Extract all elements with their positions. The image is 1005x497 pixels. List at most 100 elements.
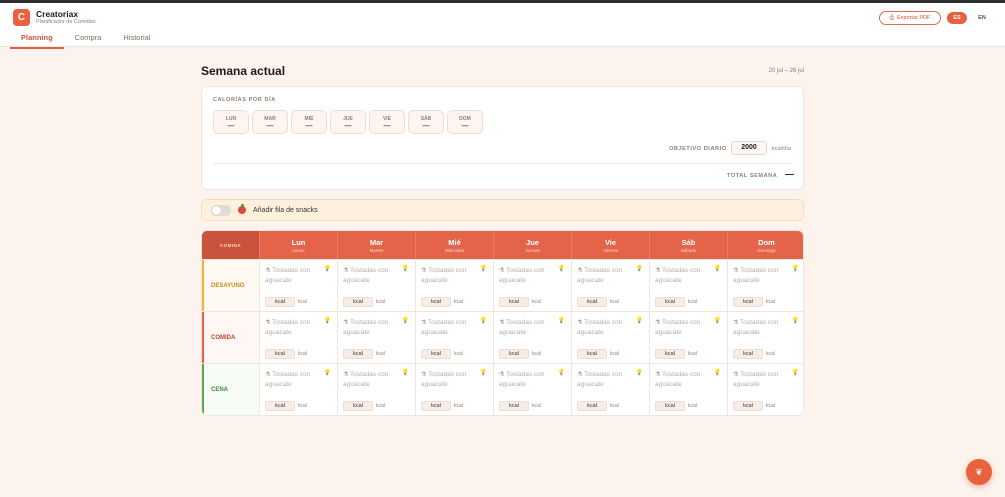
food-input[interactable]: ⚗ Tostadas con aguacate: [421, 318, 481, 337]
meal-cell[interactable]: ⚗ Tostadas con aguacate 💡 kcal kcal: [571, 312, 649, 364]
meal-cell[interactable]: ⚗ Tostadas con aguacate 💡 kcal kcal: [571, 364, 649, 415]
food-icon: ⚗: [577, 320, 585, 326]
kcal-input[interactable]: kcal: [733, 401, 763, 411]
kcal-input[interactable]: kcal: [265, 401, 295, 411]
lightbulb-icon[interactable]: 💡: [324, 369, 331, 376]
food-input[interactable]: ⚗ Tostadas con aguacate: [421, 266, 481, 285]
food-input[interactable]: ⚗ Tostadas con aguacate: [577, 318, 637, 337]
meal-cell[interactable]: ⚗ Tostadas con aguacate 💡 kcal kcal: [337, 312, 415, 364]
kcal-input[interactable]: kcal: [733, 297, 763, 307]
lightbulb-icon[interactable]: 💡: [714, 369, 721, 376]
meal-cell[interactable]: ⚗ Tostadas con aguacate 💡 kcal kcal: [649, 312, 727, 364]
meal-cell[interactable]: ⚗ Tostadas con aguacate 💡 kcal kcal: [259, 260, 337, 312]
meal-cell[interactable]: ⚗ Tostadas con aguacate 💡 kcal kcal: [415, 260, 493, 312]
day-header-1: Mar Martes: [337, 231, 415, 259]
food-input[interactable]: ⚗ Tostadas con aguacate: [655, 266, 715, 285]
meal-cell[interactable]: ⚗ Tostadas con aguacate 💡 kcal kcal: [337, 260, 415, 312]
kcal-input[interactable]: kcal: [577, 401, 607, 411]
snack-toggle[interactable]: [211, 205, 231, 216]
food-input[interactable]: ⚗ Tostadas con aguacate: [655, 370, 715, 389]
lightbulb-icon[interactable]: 💡: [324, 317, 331, 324]
kcal-input[interactable]: kcal: [655, 297, 685, 307]
meal-cell[interactable]: ⚗ Tostadas con aguacate 💡 kcal kcal: [649, 364, 727, 415]
lightbulb-icon[interactable]: 💡: [714, 317, 721, 324]
food-input[interactable]: ⚗ Tostadas con aguacate: [733, 370, 793, 389]
tab-planning[interactable]: Planning: [10, 33, 64, 49]
lightbulb-icon[interactable]: 💡: [324, 265, 331, 272]
day-header-name: Vie: [604, 237, 617, 247]
kcal-unit: kcal: [532, 299, 541, 305]
kcal-input[interactable]: kcal: [343, 349, 373, 359]
meal-cell[interactable]: ⚗ Tostadas con aguacate 💡 kcal kcal: [415, 312, 493, 364]
meal-cell[interactable]: ⚗ Tostadas con aguacate 💡 kcal kcal: [727, 260, 803, 312]
kcal-input[interactable]: kcal: [265, 349, 295, 359]
food-input[interactable]: ⚗ Tostadas con aguacate: [499, 370, 559, 389]
lightbulb-icon[interactable]: 💡: [402, 317, 409, 324]
kcal-input[interactable]: kcal: [421, 297, 451, 307]
lightbulb-icon[interactable]: 💡: [636, 369, 643, 376]
lightbulb-icon[interactable]: 💡: [792, 265, 799, 272]
meal-cell[interactable]: ⚗ Tostadas con aguacate 💡 kcal kcal: [259, 312, 337, 364]
tab-historial[interactable]: Historial: [112, 33, 161, 48]
lightbulb-icon[interactable]: 💡: [480, 317, 487, 324]
kcal-input[interactable]: kcal: [655, 401, 685, 411]
day-calories-sab: SÁB —: [408, 110, 444, 134]
meal-cell[interactable]: ⚗ Tostadas con aguacate 💡 kcal kcal: [493, 312, 571, 364]
kcal-input[interactable]: kcal: [577, 349, 607, 359]
meal-cell[interactable]: ⚗ Tostadas con aguacate 💡 kcal kcal: [337, 364, 415, 415]
lightbulb-icon[interactable]: 💡: [636, 317, 643, 324]
kcal-input[interactable]: kcal: [265, 297, 295, 307]
food-input[interactable]: ⚗ Tostadas con aguacate: [733, 266, 793, 285]
tab-compra[interactable]: Compra: [64, 33, 113, 48]
kcal-input[interactable]: kcal: [421, 401, 451, 411]
lightbulb-icon[interactable]: 💡: [558, 317, 565, 324]
lightbulb-icon[interactable]: 💡: [714, 265, 721, 272]
lang-es-button[interactable]: ES: [947, 12, 967, 24]
food-input[interactable]: ⚗ Tostadas con aguacate: [343, 370, 403, 389]
lang-en-button[interactable]: EN: [972, 12, 992, 24]
kcal-input[interactable]: kcal: [499, 297, 529, 307]
kcal-input[interactable]: kcal: [343, 297, 373, 307]
export-pdf-button[interactable]: ⎙ Exportar PDF: [879, 11, 941, 25]
food-input[interactable]: ⚗ Tostadas con aguacate: [265, 318, 325, 337]
fab-button[interactable]: ❦: [966, 459, 992, 485]
lightbulb-icon[interactable]: 💡: [558, 265, 565, 272]
lightbulb-icon[interactable]: 💡: [480, 265, 487, 272]
kcal-input[interactable]: kcal: [421, 349, 451, 359]
food-icon: ⚗: [733, 320, 741, 326]
food-input[interactable]: ⚗ Tostadas con aguacate: [343, 318, 403, 337]
meal-cell[interactable]: ⚗ Tostadas con aguacate 💡 kcal kcal: [493, 364, 571, 415]
kcal-input[interactable]: kcal: [343, 401, 373, 411]
lightbulb-icon[interactable]: 💡: [558, 369, 565, 376]
kcal-input[interactable]: kcal: [499, 349, 529, 359]
meal-cell[interactable]: ⚗ Tostadas con aguacate 💡 kcal kcal: [493, 260, 571, 312]
food-input[interactable]: ⚗ Tostadas con aguacate: [577, 266, 637, 285]
food-input[interactable]: ⚗ Tostadas con aguacate: [733, 318, 793, 337]
lightbulb-icon[interactable]: 💡: [402, 369, 409, 376]
food-input[interactable]: ⚗ Tostadas con aguacate: [577, 370, 637, 389]
meal-cell[interactable]: ⚗ Tostadas con aguacate 💡 kcal kcal: [415, 364, 493, 415]
food-input[interactable]: ⚗ Tostadas con aguacate: [499, 318, 559, 337]
food-input[interactable]: ⚗ Tostadas con aguacate: [655, 318, 715, 337]
meal-cell[interactable]: ⚗ Tostadas con aguacate 💡 kcal kcal: [727, 312, 803, 364]
kcal-input[interactable]: kcal: [733, 349, 763, 359]
kcal-input[interactable]: kcal: [577, 297, 607, 307]
food-input[interactable]: ⚗ Tostadas con aguacate: [421, 370, 481, 389]
meal-cell[interactable]: ⚗ Tostadas con aguacate 💡 kcal kcal: [259, 364, 337, 415]
lightbulb-icon[interactable]: 💡: [792, 317, 799, 324]
meal-cell[interactable]: ⚗ Tostadas con aguacate 💡 kcal kcal: [571, 260, 649, 312]
objective-input[interactable]: 2000: [731, 141, 767, 155]
lightbulb-icon[interactable]: 💡: [402, 265, 409, 272]
lightbulb-icon[interactable]: 💡: [636, 265, 643, 272]
meal-cell[interactable]: ⚗ Tostadas con aguacate 💡 kcal kcal: [727, 364, 803, 415]
lightbulb-icon[interactable]: 💡: [480, 369, 487, 376]
food-input[interactable]: ⚗ Tostadas con aguacate: [265, 370, 325, 389]
food-input[interactable]: ⚗ Tostadas con aguacate: [343, 266, 403, 285]
meal-cell[interactable]: ⚗ Tostadas con aguacate 💡 kcal kcal: [649, 260, 727, 312]
kcal-input[interactable]: kcal: [499, 401, 529, 411]
day-header-full: Jueves: [525, 247, 540, 253]
food-input[interactable]: ⚗ Tostadas con aguacate: [265, 266, 325, 285]
lightbulb-icon[interactable]: 💡: [792, 369, 799, 376]
kcal-input[interactable]: kcal: [655, 349, 685, 359]
food-input[interactable]: ⚗ Tostadas con aguacate: [499, 266, 559, 285]
